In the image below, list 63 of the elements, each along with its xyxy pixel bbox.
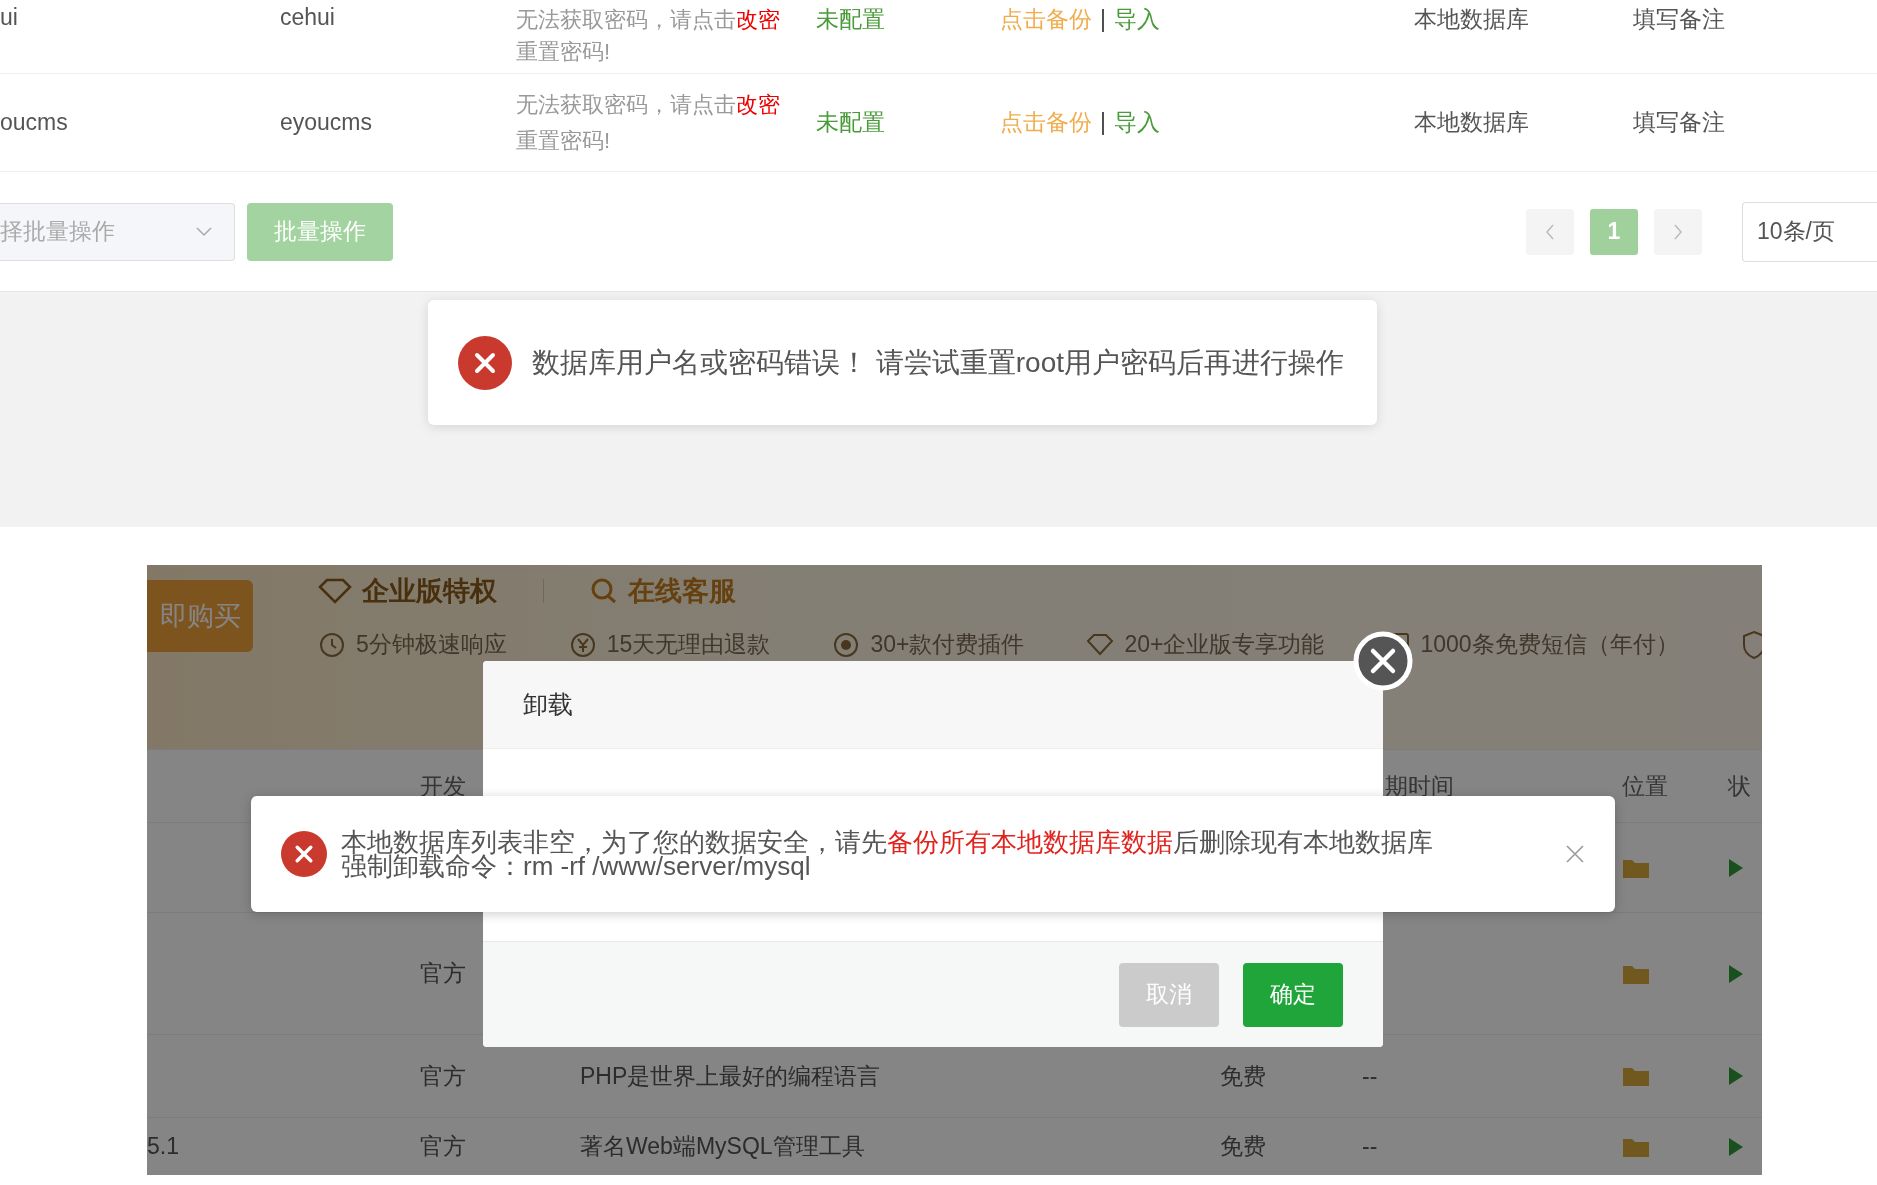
remark-link[interactable]: 填写备注 bbox=[1633, 107, 1725, 138]
clock-icon bbox=[318, 630, 346, 659]
location: 本地数据库 bbox=[1414, 108, 1530, 137]
table-cell-text: 官方 bbox=[420, 959, 466, 988]
feature-label: 1000条免费短信（年付） bbox=[1420, 630, 1679, 659]
column-header: 期时间 bbox=[1384, 771, 1455, 801]
table-cell-text: 免费 bbox=[1220, 1132, 1266, 1161]
backup-link[interactable]: 点击备份 bbox=[1000, 107, 1092, 138]
import-link[interactable]: 导入 bbox=[1114, 4, 1160, 35]
feature-label: 15天无理由退款 bbox=[606, 630, 771, 659]
banner-title: 企业版特权 bbox=[362, 575, 497, 608]
folder-icon[interactable] bbox=[1622, 1065, 1650, 1087]
play-icon[interactable] bbox=[1728, 1066, 1744, 1086]
dialog-title: 卸载 bbox=[483, 661, 1383, 749]
table-cell-text: PHP是世界上最好的编程语言 bbox=[580, 1061, 881, 1091]
feature-label: 30+款付费插件 bbox=[870, 630, 1025, 659]
error-icon bbox=[458, 335, 512, 390]
play-icon[interactable] bbox=[1728, 1136, 1744, 1157]
database-name: oucms bbox=[0, 109, 69, 136]
chevron-right-icon bbox=[1673, 223, 1683, 240]
column-header: 开发 bbox=[420, 771, 467, 801]
diamond-icon bbox=[318, 578, 352, 604]
online-service-link[interactable]: 在线客服 bbox=[628, 573, 736, 609]
username: cehui bbox=[280, 4, 336, 31]
feature-label: 20+企业版专享功能 bbox=[1124, 630, 1325, 659]
column-header: 位置 bbox=[1622, 771, 1669, 801]
table-cell: 5.1 bbox=[147, 1133, 179, 1160]
buy-button[interactable]: 即购买 bbox=[147, 580, 253, 652]
backup-link[interactable]: 点击备份 bbox=[1000, 4, 1092, 35]
play-icon[interactable] bbox=[1728, 963, 1744, 984]
alert-message: 强制卸载命令：rm -rf /www/server/mysql bbox=[341, 854, 812, 878]
error-message: 数据库用户名或密码错误！ 请尝试重置root用户密码后再进行操作 bbox=[532, 345, 1345, 380]
page-size-select[interactable]: 10条/页 bbox=[1742, 201, 1877, 262]
database-name: ui bbox=[0, 4, 19, 31]
page-button[interactable]: 1 bbox=[1590, 208, 1638, 255]
chevron-left-icon bbox=[1545, 223, 1555, 240]
play-icon[interactable] bbox=[1728, 857, 1744, 878]
separator: | bbox=[1100, 6, 1106, 33]
alert-message: 本地数据库列表非空，为了您的数据安全，请先备份所有本地数据库数据后删除现有本地数据库 bbox=[341, 830, 1434, 854]
backup-status: 未配置 bbox=[816, 108, 886, 137]
table-cell-text: 官方 bbox=[420, 1132, 466, 1161]
error-icon bbox=[281, 831, 327, 877]
table-cell-text: 官方 bbox=[420, 1061, 466, 1091]
username: eyoucms bbox=[280, 109, 374, 136]
confirm-button[interactable]: 确定 bbox=[1243, 962, 1343, 1027]
backup-status: 未配置 bbox=[816, 5, 886, 34]
table-cell-text: 免费 bbox=[1220, 1061, 1266, 1091]
remark-link[interactable]: 填写备注 bbox=[1633, 4, 1725, 35]
password-note: 无法获取密码，请点击改密 重置密码! bbox=[516, 6, 781, 66]
location: 本地数据库 bbox=[1414, 5, 1530, 34]
import-link[interactable]: 导入 bbox=[1114, 107, 1160, 138]
chevron-down-icon bbox=[196, 226, 212, 237]
diamond-icon bbox=[1086, 632, 1115, 657]
badge-icon bbox=[832, 630, 861, 659]
feature-label: 5分钟极速响应 bbox=[356, 630, 507, 659]
table-cell: -- bbox=[1362, 1062, 1378, 1090]
table-cell: -- bbox=[1362, 1133, 1378, 1160]
shield-icon bbox=[1740, 629, 1762, 660]
column-header: 状 bbox=[1727, 771, 1752, 801]
table-cell-text: 著名Web端MySQL管理工具 bbox=[580, 1132, 865, 1161]
password-note: 无法获取密码，请点击改密 重置密码! bbox=[516, 90, 781, 155]
yen-icon bbox=[568, 630, 597, 659]
separator: | bbox=[1100, 109, 1106, 136]
